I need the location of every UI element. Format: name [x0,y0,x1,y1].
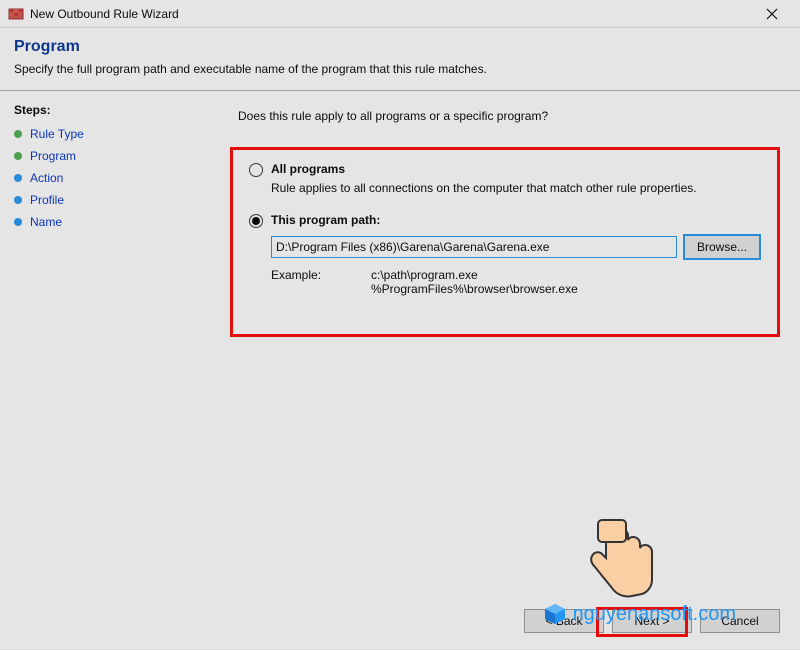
highlight-annotation: All programs Rule applies to all connect… [230,147,780,337]
radio-program-path-group: This program path: Browse... Example: c:… [249,213,761,296]
radio-all-programs-group: All programs Rule applies to all connect… [249,162,761,195]
bullet-icon [14,196,22,204]
bullet-icon [14,130,22,138]
step-program[interactable]: Program [14,149,186,163]
bullet-icon [14,218,22,226]
radio-program-path[interactable] [249,214,263,228]
bullet-icon [14,174,22,182]
firewall-icon [8,6,24,22]
radio-all-programs-desc: Rule applies to all connections on the c… [271,181,761,195]
radio-program-path-label: This program path: [271,213,380,227]
step-action[interactable]: Action [14,171,186,185]
main-panel: Does this rule apply to all programs or … [200,91,800,649]
step-name[interactable]: Name [14,215,186,229]
question-text: Does this rule apply to all programs or … [238,109,780,123]
close-button[interactable] [752,0,792,28]
pointer-hand-icon [580,518,660,608]
program-path-input[interactable] [271,236,677,258]
bullet-icon [14,152,22,160]
browse-button[interactable]: Browse... [683,234,761,260]
wizard-header: Program Specify the full program path an… [0,28,800,90]
step-profile[interactable]: Profile [14,193,186,207]
cube-icon [543,602,567,626]
steps-title: Steps: [14,103,186,117]
example-label: Example: [271,268,371,296]
radio-all-programs[interactable] [249,163,263,177]
radio-all-programs-label: All programs [271,162,345,176]
window-title: New Outbound Rule Wizard [30,7,752,21]
steps-sidebar: Steps: Rule Type Program Action Profile … [0,91,200,649]
titlebar: New Outbound Rule Wizard [0,0,800,28]
page-title: Program [14,38,786,56]
step-rule-type[interactable]: Rule Type [14,127,186,141]
page-subtitle: Specify the full program path and execut… [14,62,786,76]
example-paths: c:\path\program.exe %ProgramFiles%\brows… [371,268,578,296]
